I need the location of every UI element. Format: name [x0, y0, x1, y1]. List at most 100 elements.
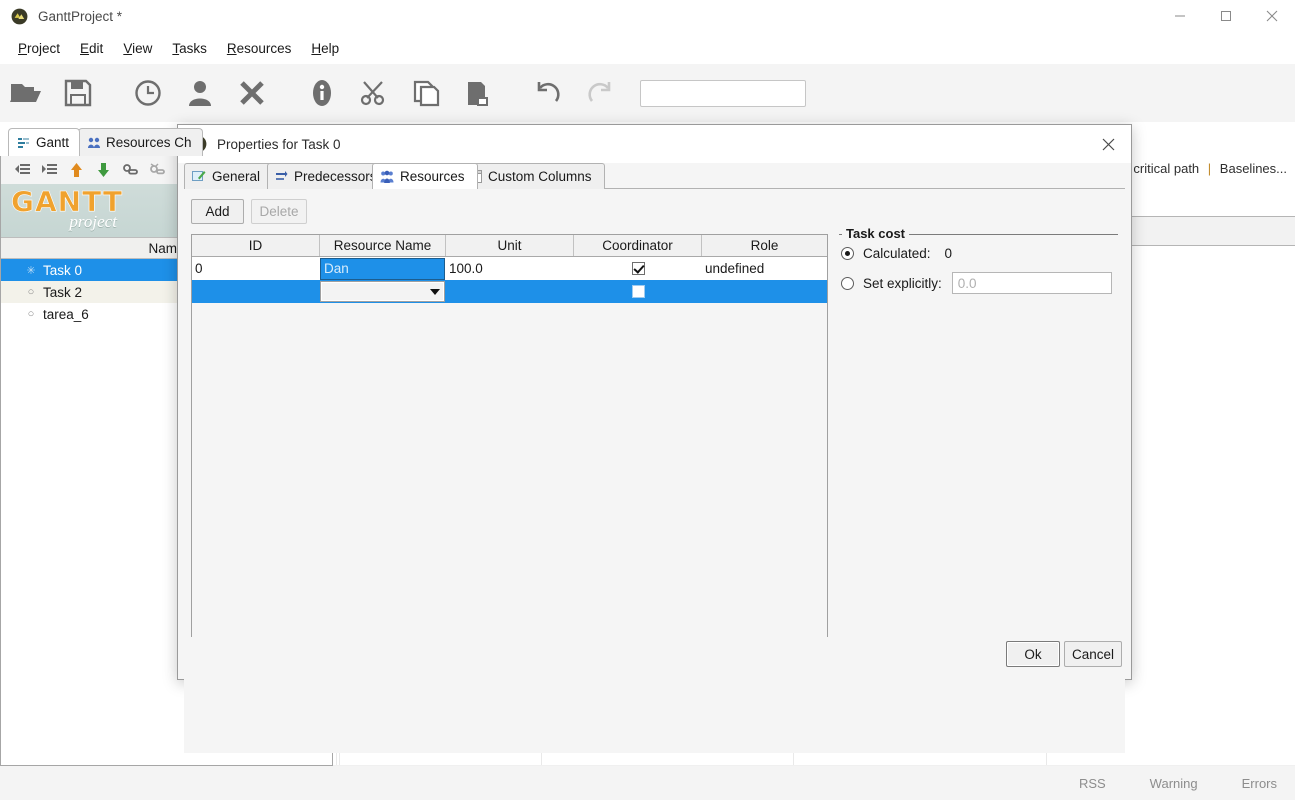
indent-icon[interactable]	[36, 157, 63, 183]
menu-resources[interactable]: Resources	[217, 38, 302, 59]
set-explicitly-row[interactable]: Set explicitly: 0.0	[841, 272, 1112, 294]
status-bar: RSS Warning Errors	[0, 766, 1295, 800]
resource-name-dropdown-list[interactable]: Dan	[320, 258, 445, 280]
gantt-logo: GANTT project	[11, 187, 123, 232]
dialog-close-button[interactable]	[1085, 125, 1131, 163]
cancel-button[interactable]: Cancel	[1064, 641, 1122, 667]
toolbar-separator	[104, 93, 122, 94]
minimize-icon[interactable]	[1157, 0, 1203, 32]
unlink-tasks-icon[interactable]	[144, 157, 171, 183]
outdent-icon[interactable]	[9, 157, 36, 183]
tab-gantt[interactable]: Gantt	[8, 128, 81, 156]
dialog-title-bar: Properties for Task 0	[178, 125, 1131, 163]
coordinator-checkbox[interactable]	[631, 262, 645, 275]
delete-resource-button[interactable]: Delete	[251, 199, 307, 224]
column-header-id-label: ID	[248, 238, 263, 253]
column-header-id[interactable]: ID	[192, 235, 320, 256]
close-icon[interactable]	[1249, 0, 1295, 32]
baselines-link[interactable]: Baselines...	[1220, 161, 1287, 176]
menu-view[interactable]: View	[113, 38, 162, 59]
cell-coordinator[interactable]	[574, 280, 702, 303]
resource-name-combobox[interactable]	[320, 281, 445, 302]
ok-button[interactable]: Ok	[1006, 641, 1060, 667]
move-up-icon[interactable]	[63, 157, 90, 183]
cell-unit[interactable]	[446, 280, 574, 303]
tab-resources-chart[interactable]: Resources Ch	[78, 128, 203, 156]
ganttproject-icon	[11, 8, 28, 24]
table-row[interactable]	[192, 280, 827, 303]
set-explicitly-input[interactable]: 0.0	[951, 272, 1112, 294]
ok-button-label: Ok	[1024, 646, 1042, 662]
menu-help[interactable]: Help	[301, 38, 349, 59]
tab-gantt-label: Gantt	[36, 135, 70, 150]
calculated-label: Calculated:	[863, 246, 931, 261]
main-toolbar	[0, 64, 1295, 122]
move-down-icon[interactable]	[90, 157, 117, 183]
search-input[interactable]	[640, 79, 806, 107]
cell-coordinator[interactable]	[574, 257, 702, 280]
table-row[interactable]: 0 Dan 100.0 undefined	[192, 257, 827, 280]
calculated-radio[interactable]	[841, 247, 854, 260]
undo-icon[interactable]	[522, 67, 574, 119]
dialog-title: Properties for Task 0	[217, 136, 341, 152]
status-warning[interactable]: Warning	[1150, 776, 1198, 791]
task-name-label: tarea_6	[43, 306, 89, 322]
maximize-icon[interactable]	[1203, 0, 1249, 32]
menu-project[interactable]: Project	[8, 38, 70, 59]
show-critical-path-link[interactable]: w critical path	[1120, 161, 1199, 176]
info-icon[interactable]	[296, 67, 348, 119]
resource-assignments-table[interactable]: ID Resource Name Unit Coordinator Role 0…	[191, 234, 828, 637]
set-explicitly-placeholder: 0.0	[957, 275, 977, 291]
person-icon[interactable]	[174, 67, 226, 119]
task-properties-dialog: Properties for Task 0 General Predecesso…	[177, 124, 1132, 753]
cut-scissors-icon[interactable]	[348, 67, 400, 119]
calculated-value: 0	[944, 246, 953, 261]
link-tasks-icon[interactable]	[117, 157, 144, 183]
column-header-coordinator-label: Coordinator	[602, 238, 673, 253]
dropdown-option-dan[interactable]: Dan	[321, 259, 444, 276]
add-resource-button[interactable]: Add	[191, 199, 244, 224]
cell-unit[interactable]: 100.0	[446, 257, 574, 280]
save-icon[interactable]	[52, 67, 104, 119]
coordinator-checkbox[interactable]	[631, 285, 645, 298]
paste-icon[interactable]	[452, 67, 504, 119]
menu-bar: Project Edit View Tasks Resources Help	[0, 32, 1295, 64]
column-header-resource-name[interactable]: Resource Name	[320, 235, 446, 256]
status-errors[interactable]: Errors	[1242, 776, 1277, 791]
redo-icon[interactable]	[574, 67, 626, 119]
delete-x-icon[interactable]	[226, 67, 278, 119]
column-header-role[interactable]: Role	[702, 235, 827, 256]
window-controls	[1157, 0, 1295, 32]
menu-tasks[interactable]: Tasks	[162, 38, 217, 59]
tab-custom-columns[interactable]: Custom Columns	[460, 163, 605, 189]
delete-button-label: Delete	[259, 204, 299, 219]
open-folder-icon[interactable]	[0, 67, 52, 119]
cell-role[interactable]	[702, 280, 827, 303]
resources-panel: Add Delete ID Resource Name Unit Coordin…	[191, 189, 1119, 694]
menu-edit[interactable]: Edit	[70, 38, 113, 59]
links-separator: |	[1207, 161, 1212, 176]
copy-icon[interactable]	[400, 67, 452, 119]
resources-icon	[87, 136, 101, 150]
tab-custom-columns-label: Custom Columns	[488, 169, 592, 184]
cell-role[interactable]: undefined	[702, 257, 827, 280]
application-window: GanttProject * Project Edit View Tasks R…	[0, 0, 1295, 800]
clock-icon[interactable]	[122, 67, 174, 119]
set-explicitly-label: Set explicitly:	[863, 275, 942, 291]
general-tab-icon	[192, 170, 206, 183]
dialog-footer: Ok Cancel	[178, 631, 1131, 679]
toolbar-separator-3	[504, 93, 522, 94]
chevron-down-icon[interactable]	[430, 289, 440, 295]
tab-resources[interactable]: Resources	[372, 163, 478, 189]
resources-tab-icon	[380, 170, 394, 184]
column-header-unit[interactable]: Unit	[446, 235, 574, 256]
resource-table-header: ID Resource Name Unit Coordinator Role	[192, 235, 827, 257]
calculated-cost-row[interactable]: Calculated: 0	[841, 246, 952, 261]
column-header-coordinator[interactable]: Coordinator	[574, 235, 702, 256]
tab-general[interactable]: General	[184, 163, 274, 189]
task-bullet-icon: ✳	[26, 264, 36, 277]
status-rss[interactable]: RSS	[1079, 776, 1106, 791]
tab-general-label: General	[212, 169, 261, 184]
task-cost-legend: Task cost	[842, 226, 910, 241]
set-explicitly-radio[interactable]	[841, 276, 854, 290]
